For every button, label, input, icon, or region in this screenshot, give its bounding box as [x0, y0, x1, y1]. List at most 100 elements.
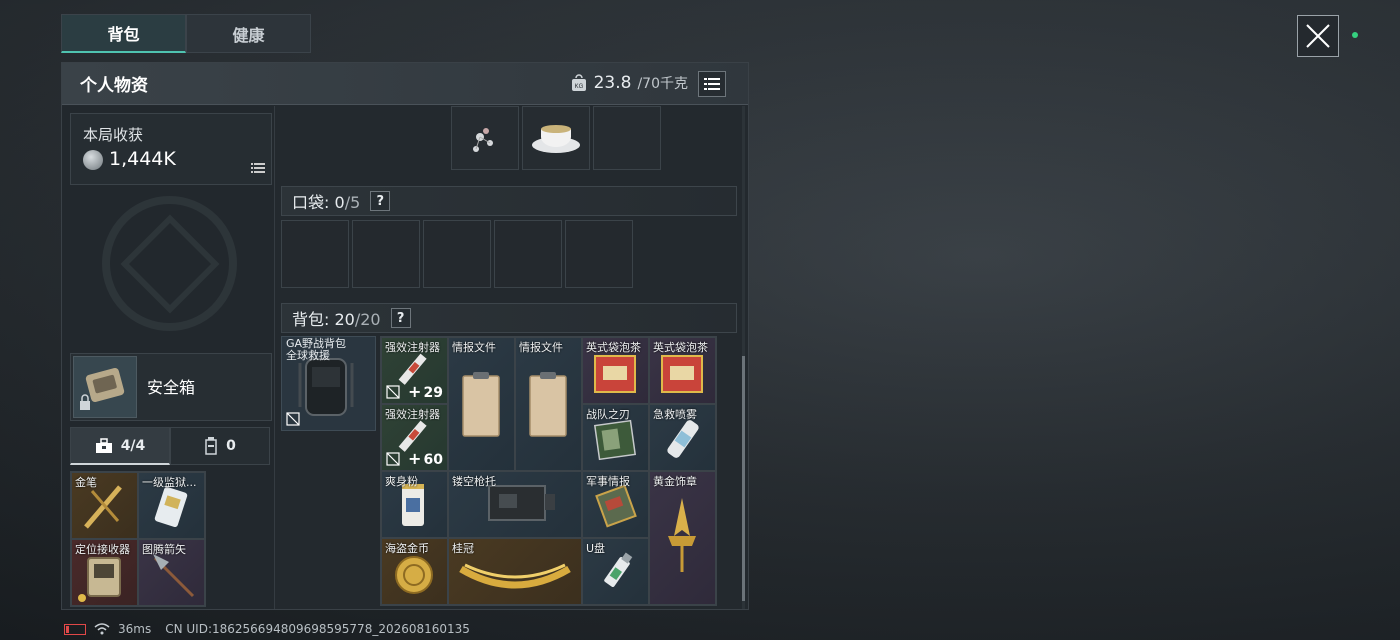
item-intel-doc[interactable]: 情报文件 — [448, 337, 515, 471]
item-label: 英式袋泡茶 — [586, 341, 641, 354]
tab-health[interactable]: 健康 — [186, 14, 311, 53]
item-intel-doc[interactable]: 情报文件 — [515, 337, 582, 471]
item-slot[interactable] — [451, 106, 519, 170]
inventory-panel: 个人物资 KG 23.8/70千克 本局收获 1,444K 安全箱 4/4 0 … — [61, 62, 749, 610]
item-prison-card[interactable]: 一级监狱... — [138, 472, 205, 539]
left-column: 本局收获 1,444K 安全箱 4/4 0 金笔 一级监狱... 定位接收器 图… — [62, 106, 275, 609]
item-locator-receiver[interactable]: 定位接收器 — [71, 539, 138, 606]
top-item-row — [451, 106, 661, 170]
no-insure-icon — [286, 412, 300, 426]
right-column: 口袋: 0/5 ? 背包: 20/20 ? GA野战背包 全球救援 强效注射器 … — [276, 106, 748, 609]
clipboard-icon — [529, 372, 567, 437]
backpack-grid: 强效注射器 + 29 情报文件 情报文件 英式袋泡茶 英式袋泡茶 强效注射器 +… — [380, 336, 717, 606]
pocket-slots — [281, 220, 633, 288]
item-gold-badge[interactable]: 黄金饰章 — [649, 471, 716, 605]
emblem-diamond — [120, 214, 220, 314]
item-gold-pen[interactable]: 金笔 — [71, 472, 138, 539]
close-icon — [1306, 24, 1330, 48]
item-pirate-coin[interactable]: 海盗金币 — [381, 538, 448, 605]
item-label: 强效注射器 — [385, 408, 440, 421]
backpack-equip-label: GA野战背包 全球救援 — [286, 337, 347, 362]
safe-box-icon — [73, 356, 137, 418]
item-label: 金笔 — [75, 476, 97, 489]
equipped-backpack[interactable]: GA野战背包 全球救援 — [281, 336, 376, 431]
status-footer: 36ms CN UID:1862566948096985957​78_20260… — [64, 622, 470, 636]
item-first-aid-spray[interactable]: 急救喷雾 — [649, 404, 716, 471]
tab-toolbox[interactable]: 4/4 — [70, 427, 170, 465]
safe-box-grid: 金笔 一级监狱... 定位接收器 图腾箭矢 — [70, 471, 206, 607]
pocket-help-button[interactable]: ? — [370, 191, 391, 211]
canister-count: 0 — [226, 438, 236, 454]
toolbox-count: 4/4 — [120, 437, 146, 454]
pocket-slot[interactable] — [352, 220, 420, 288]
item-totem-arrow[interactable]: 图腾箭矢 — [138, 539, 205, 606]
ping-value: 36ms — [118, 622, 152, 636]
backpack-header: 背包: 20/20 ? — [281, 303, 737, 333]
svg-text:KG: KG — [574, 84, 583, 90]
gold-badge-icon — [668, 498, 696, 572]
clipboard-icon — [462, 372, 500, 437]
item-laurel-crown[interactable]: 桂冠 — [448, 538, 582, 605]
status-dot — [1352, 32, 1358, 38]
earnings-value: 1,444K — [109, 148, 176, 170]
necklace-icon — [473, 128, 493, 152]
item-label: 强效注射器 — [385, 341, 440, 354]
list-icon — [251, 163, 265, 173]
item-label: 黄金饰章 — [653, 475, 697, 488]
item-label: 一级监狱... — [142, 476, 197, 489]
pocket-used: 0 — [334, 193, 345, 212]
battery-icon — [64, 623, 86, 635]
item-syringe[interactable]: 强效注射器 + 29 — [381, 337, 448, 404]
toolbox-icon — [95, 437, 112, 453]
no-insure-icon — [386, 385, 400, 399]
earnings-box: 本局收获 1,444K — [70, 113, 272, 185]
item-powder[interactable]: 爽身粉 — [381, 471, 448, 538]
item-military-intel[interactable]: 军事情报 — [582, 471, 649, 538]
item-count: 60 — [423, 452, 443, 468]
item-label: 急救喷雾 — [653, 408, 697, 421]
canister-icon — [205, 437, 217, 455]
panel-title: 个人物资 — [80, 76, 148, 96]
backpack-help-button[interactable]: ? — [390, 308, 411, 328]
pocket-slot[interactable] — [281, 220, 349, 288]
empty-slot[interactable] — [593, 106, 661, 170]
item-hollow-stock[interactable]: 镂空枪托 — [448, 471, 582, 538]
sort-list-button[interactable] — [698, 71, 726, 97]
pocket-title: 口袋: — [292, 193, 330, 212]
list-icon — [704, 78, 720, 90]
item-label: 战队之刃 — [586, 408, 630, 421]
pocket-header: 口袋: 0/5 ? — [281, 186, 737, 216]
pocket-slot[interactable] — [423, 220, 491, 288]
safe-box-label: 安全箱 — [147, 378, 196, 397]
safe-box[interactable]: 安全箱 — [70, 353, 272, 421]
pocket-label: 口袋: 0/5 — [292, 189, 360, 213]
weight-icon: KG — [571, 74, 586, 91]
item-team-blade[interactable]: 战队之刃 — [582, 404, 649, 471]
backpack-title: 背包: — [292, 310, 330, 329]
item-syringe[interactable]: 强效注射器 + 60 — [381, 404, 448, 471]
tab-canister[interactable]: 0 — [170, 427, 270, 465]
item-label: 军事情报 — [586, 475, 630, 488]
weight-cap: /70千克 — [637, 76, 688, 92]
item-usb[interactable]: U盘 — [582, 538, 649, 605]
item-label: U盘 — [586, 542, 606, 555]
earnings-list-button[interactable] — [251, 159, 265, 178]
tab-backpack[interactable]: 背包 — [61, 14, 186, 53]
item-label: 海盗金币 — [385, 542, 429, 555]
close-button[interactable] — [1297, 15, 1339, 57]
pocket-slot[interactable] — [494, 220, 562, 288]
weight-display: KG 23.8/70千克 — [570, 73, 688, 93]
weight-current: 23.8 — [593, 73, 632, 93]
item-label: 爽身粉 — [385, 475, 418, 488]
panel-header: 个人物资 KG 23.8/70千克 — [62, 63, 748, 105]
item-slot[interactable] — [522, 106, 590, 170]
item-label: 桂冠 — [452, 542, 474, 555]
pocket-slot[interactable] — [565, 220, 633, 288]
plus-icon: + — [408, 449, 422, 468]
item-tea[interactable]: 英式袋泡茶 — [582, 337, 649, 404]
item-tea[interactable]: 英式袋泡茶 — [649, 337, 716, 404]
scrollbar-thumb[interactable] — [742, 356, 745, 601]
item-label: 情报文件 — [452, 341, 496, 354]
backpack-used: 20 — [334, 310, 355, 329]
item-label: 英式袋泡茶 — [653, 341, 708, 354]
